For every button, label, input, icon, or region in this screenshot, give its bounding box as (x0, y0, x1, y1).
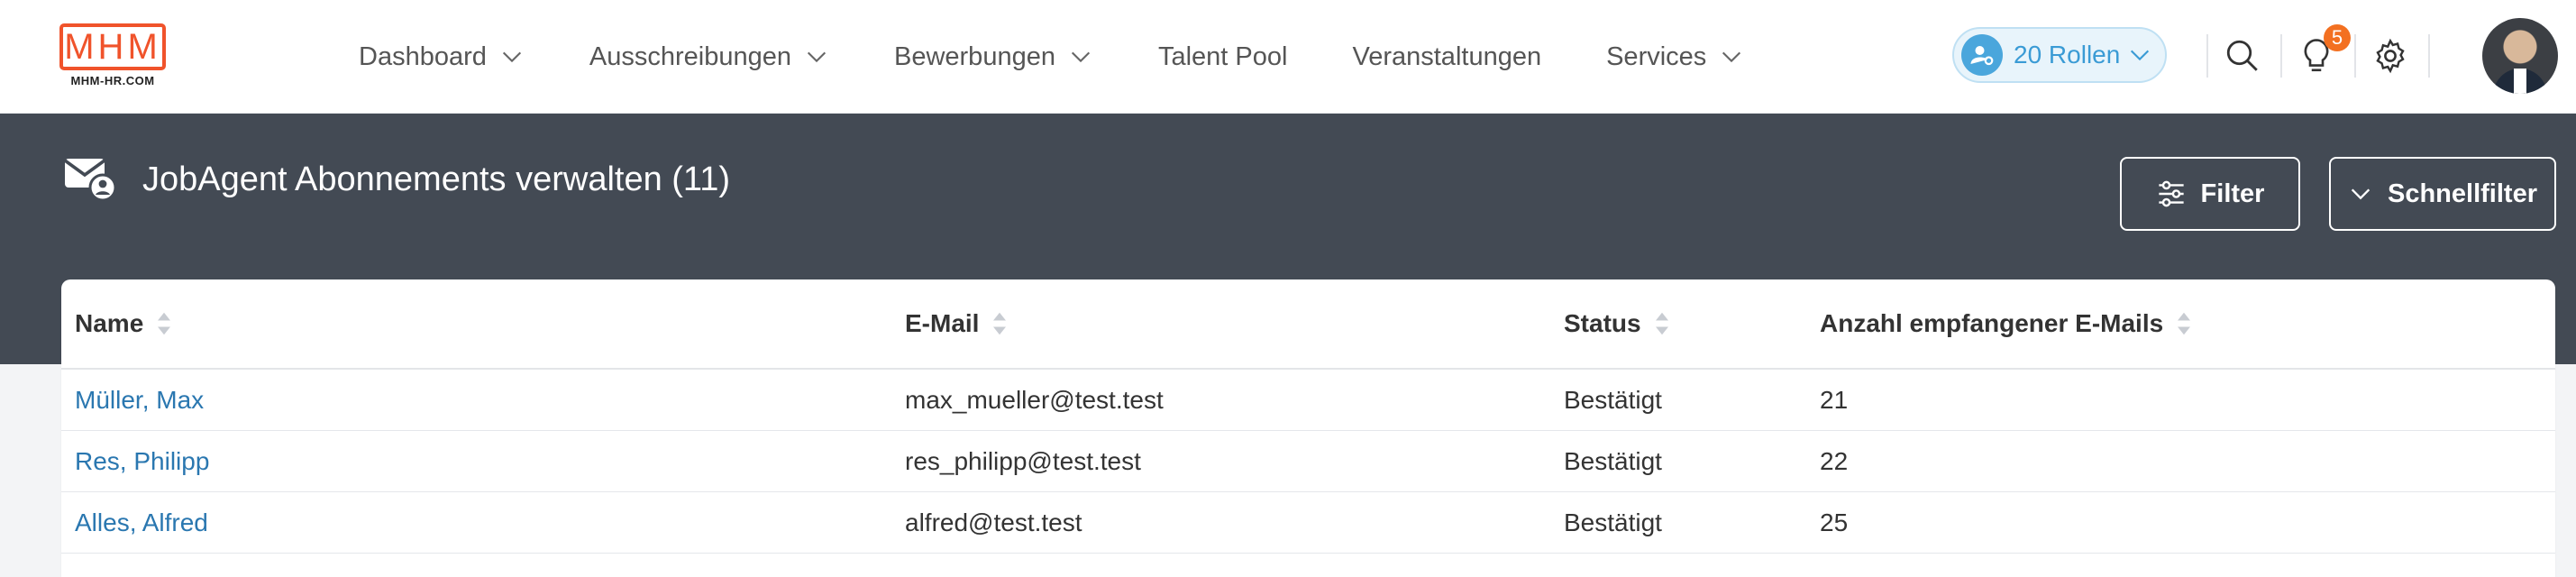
avatar-shirt (2514, 69, 2526, 94)
subscriber-email-count: 22 (1820, 446, 1849, 475)
sliders-icon (2158, 180, 2184, 207)
table-header-row: Name E-Mail Status Anzahl empfangener E-… (61, 279, 2555, 370)
roles-label: 20 Rollen (2014, 41, 2121, 69)
chevron-down-icon (2351, 188, 2370, 200)
nav-item-dashboard[interactable]: Dashboard (359, 42, 525, 72)
top-navigation-bar: MHM MHM-HR.COM Dashboard Ausschreibungen… (0, 0, 2576, 114)
subscriber-email: res_philipp@test.test (905, 446, 1141, 475)
chevron-down-icon (502, 51, 521, 63)
column-header-label: Name (75, 309, 144, 337)
nav-item-bewerbungen[interactable]: Bewerbungen (894, 42, 1093, 72)
table-row[interactable]: Res, Philipp res_philipp@test.test Bestä… (61, 431, 2555, 492)
nav-item-veranstaltungen[interactable]: Veranstaltungen (1352, 42, 1541, 72)
subscriber-email: alfred@test.test (905, 508, 1082, 536)
subscriber-email-count: 25 (1820, 508, 1849, 536)
nav-item-ausschreibungen[interactable]: Ausschreibungen (589, 42, 829, 72)
settings-button[interactable] (2369, 34, 2412, 78)
filter-button[interactable]: Filter (2120, 157, 2300, 231)
search-icon (2226, 40, 2258, 71)
subscriber-email-count: 21 (1820, 385, 1849, 414)
nav-item-label: Dashboard (359, 41, 487, 71)
sort-icon (1655, 312, 1668, 335)
mail-user-icon (65, 159, 115, 200)
column-header-email[interactable]: E-Mail (905, 279, 1008, 368)
column-header-label: Anzahl empfangener E-Mails (1820, 309, 2164, 337)
divider (2280, 34, 2282, 78)
page-title-area: JobAgent Abonnements verwalten (11) (65, 159, 730, 200)
divider (2428, 34, 2430, 78)
divider (2354, 34, 2356, 78)
chevron-down-icon (2131, 50, 2150, 61)
user-gear-icon (1961, 34, 2003, 76)
nav-item-label: Veranstaltungen (1352, 41, 1542, 71)
sort-icon (2178, 312, 2191, 335)
page-title: JobAgent Abonnements verwalten (11) (142, 160, 731, 198)
logo-subtitle: MHM-HR.COM (70, 74, 155, 87)
mhm-logo[interactable]: MHM MHM-HR.COM (59, 23, 169, 90)
nav-item-label: Talent Pool (1157, 41, 1288, 71)
main-nav: Dashboard Ausschreibungen Bewerbungen Ta… (359, 0, 1809, 114)
subscriber-status: Bestätigt (1564, 446, 1662, 475)
table-row[interactable]: Alles, Alfred alfred@test.test Bestätigt… (61, 492, 2555, 554)
gear-icon (2376, 38, 2405, 74)
chevron-down-icon (1722, 51, 1741, 63)
column-header-label: Status (1564, 309, 1641, 337)
divider (2206, 34, 2208, 78)
column-header-name[interactable]: Name (75, 279, 172, 368)
subscriber-name-link[interactable]: Res, Philipp (75, 431, 209, 491)
column-header-status[interactable]: Status (1564, 279, 1670, 368)
quickfilter-button-label: Schnellfilter (2388, 179, 2537, 208)
column-header-label: E-Mail (905, 309, 980, 337)
subscriber-name-link[interactable]: Alles, Alfred (75, 492, 208, 553)
subscriber-name-link[interactable]: Müller, Max (75, 370, 204, 430)
chevron-down-icon (807, 51, 827, 63)
subscriber-status: Bestätigt (1564, 385, 1662, 414)
logo-mark: MHM (59, 23, 166, 70)
table-row[interactable]: Müller, Max max_mueller@test.test Bestät… (61, 370, 2555, 431)
chevron-down-icon (1071, 51, 1091, 63)
quickfilter-button[interactable]: Schnellfilter (2329, 157, 2556, 231)
subscriptions-table: Name E-Mail Status Anzahl empfangener E-… (61, 279, 2555, 577)
nav-item-services[interactable]: Services (1606, 42, 1744, 72)
nav-item-label: Services (1606, 41, 1707, 71)
subscriber-status: Bestätigt (1564, 508, 1662, 536)
nav-item-label: Ausschreibungen (589, 41, 791, 71)
sort-icon (993, 312, 1007, 335)
user-avatar[interactable] (2482, 18, 2558, 94)
subscriber-email: max_mueller@test.test (905, 385, 1164, 414)
nav-item-talent-pool[interactable]: Talent Pool (1158, 42, 1288, 72)
filter-button-label: Filter (2200, 179, 2265, 208)
sort-icon (158, 312, 171, 335)
search-button[interactable] (2221, 34, 2264, 78)
notification-badge: 5 (2324, 24, 2351, 51)
roles-dropdown[interactable]: 20 Rollen (1952, 27, 2167, 83)
column-header-email-count[interactable]: Anzahl empfangener E-Mails (1820, 279, 2192, 368)
nav-item-label: Bewerbungen (893, 41, 1055, 71)
